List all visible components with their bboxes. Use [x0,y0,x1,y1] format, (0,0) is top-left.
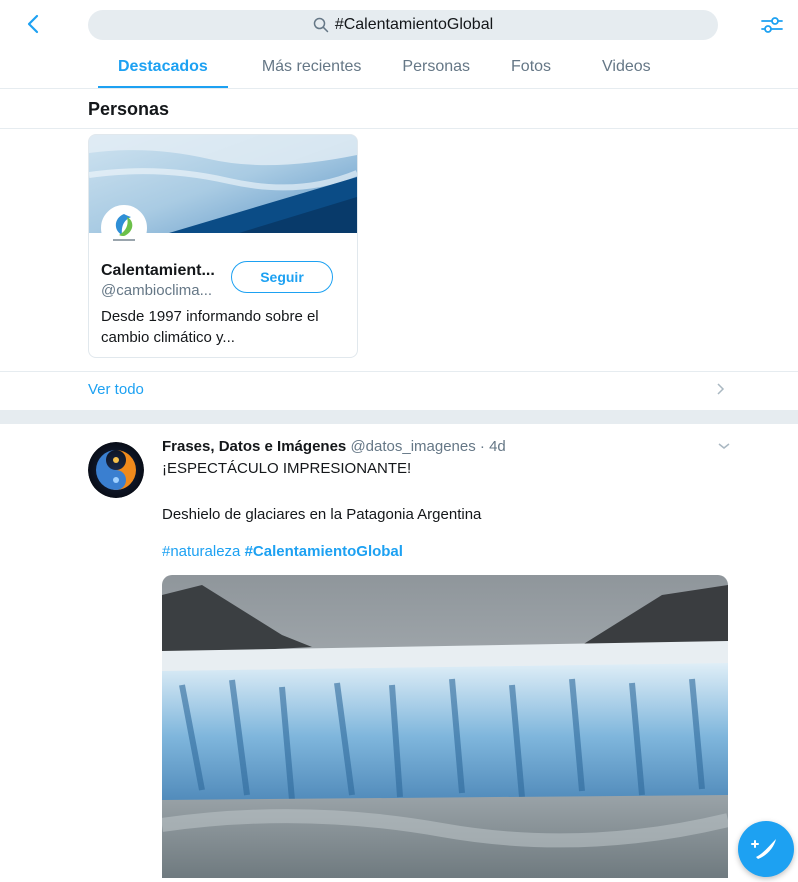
card-user-name[interactable]: Calentamient... [101,262,215,280]
search-tabs: Destacados Más recientes Personas Fotos … [88,52,718,88]
tweet-header: Frases, Datos e Imágenes @datos_imagenes… [162,438,506,455]
tweet-author-name[interactable]: Frases, Datos e Imágenes [162,438,346,455]
tab-personas[interactable]: Personas [402,52,470,88]
section-divider [0,371,798,372]
tweet-meta-separator: · [479,438,485,455]
tab-destacados[interactable]: Destacados [98,52,228,88]
hashtag-link[interactable]: #CalentamientoGlobal [245,543,403,560]
card-user-handle: @cambioclima... [101,282,213,299]
compose-tweet-button[interactable] [738,821,794,877]
tweet-author-handle[interactable]: @datos_imagenes [350,438,475,455]
tweet-author-avatar[interactable] [88,442,144,498]
chevron-left-icon [27,14,39,34]
tab-fotos[interactable]: Fotos [511,52,551,88]
tweet-age: 4d [489,438,506,455]
section-gap [0,410,798,424]
tab-videos[interactable]: Videos [602,52,651,88]
leaf-logo-icon [113,214,135,241]
compose-tweet-icon [751,839,776,859]
tweet-media-video[interactable] [162,575,728,878]
filter-sliders-icon [761,17,783,33]
follow-button[interactable]: Seguir [231,261,333,293]
glacier-image [162,575,728,878]
section-title-personas: Personas [88,99,170,119]
section-divider [0,128,798,129]
back-button[interactable] [20,10,48,38]
chevron-down-icon [718,443,730,449]
tweet-text-line: ¡ESPECTÁCULO IMPRESIONANTE! [162,460,412,477]
search-icon [313,17,329,33]
tweet-hashtags: #naturaleza #CalentamientoGlobal [162,543,403,560]
tab-mas-recientes[interactable]: Más recientes [262,52,362,88]
chevron-right-icon[interactable] [716,382,726,399]
tabs-divider [0,88,798,89]
tweet-text-line: Deshielo de glaciares en la Patagonia Ar… [162,506,482,523]
search-query-text[interactable]: #CalentamientoGlobal [335,16,493,34]
see-all-link[interactable]: Ver todo [88,381,144,398]
card-user-bio: Desde 1997 informando sobre el cambio cl… [101,308,319,346]
user-card[interactable]: Calentamient... @cambioclima... Seguir D… [88,134,358,358]
search-bar[interactable]: #CalentamientoGlobal [88,10,718,40]
hashtag-link[interactable]: #naturaleza [162,543,240,560]
yin-yang-fire-ice-image [88,442,144,498]
tweet-menu-button[interactable] [716,438,732,454]
filter-button[interactable] [759,12,785,38]
user-avatar[interactable] [101,205,147,251]
